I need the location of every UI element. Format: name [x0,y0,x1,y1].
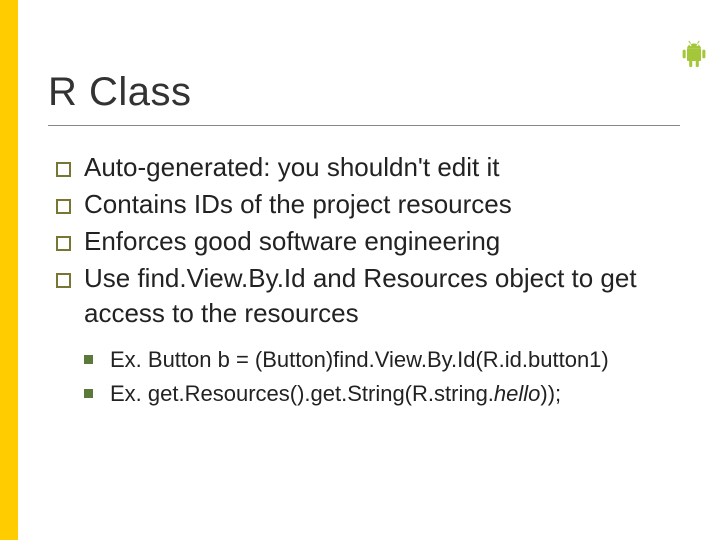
sub-bullet-text: Ex. Button b = (Button)find.View.By.Id(R… [110,347,609,372]
bullet-item: Use find.View.By.Id and Resources object… [56,261,680,331]
sub-bullet-italic: hello [494,381,540,406]
sub-bullet-text: Ex. get.Resources().get.String(R.string. [110,381,494,406]
accent-sidebar [0,0,18,540]
slide-title: R Class [48,70,680,126]
android-icon [680,38,708,70]
bullet-item: Auto-generated: you shouldn't edit it [56,150,680,185]
sub-bullet-list: Ex. Button b = (Button)find.View.By.Id(R… [84,345,680,408]
sub-bullet-suffix: )); [540,381,561,406]
sub-bullet-item: Ex. Button b = (Button)find.View.By.Id(R… [84,345,680,375]
sub-bullet-item: Ex. get.Resources().get.String(R.string.… [84,379,680,409]
bullet-list: Auto-generated: you shouldn't edit it Co… [56,150,680,331]
bullet-item: Enforces good software engineering [56,224,680,259]
bullet-item: Contains IDs of the project resources [56,187,680,222]
slide-content: R Class Auto-generated: you shouldn't ed… [18,0,720,540]
